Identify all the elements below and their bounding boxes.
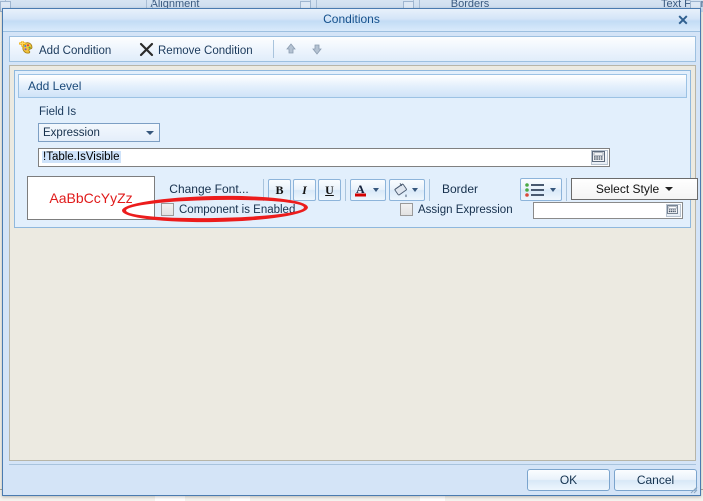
dialog-titlebar[interactable]: Conditions ✕	[3, 9, 700, 32]
remove-condition-label: Remove Condition	[158, 44, 253, 57]
underline-button[interactable]: U	[318, 179, 341, 201]
expression-builder-button[interactable]	[591, 150, 608, 165]
checkbox-box[interactable]	[161, 203, 174, 216]
add-condition-button[interactable]: Add Condition	[14, 39, 116, 62]
font-preview-box: AaBbCcYyZz	[27, 176, 155, 220]
assign-expression-label: Assign Expression	[418, 203, 513, 216]
component-is-enabled-checkbox[interactable]: Component is Enabled	[161, 203, 295, 216]
style-divider	[345, 179, 346, 201]
move-down-button[interactable]	[308, 41, 326, 57]
move-up-button[interactable]	[282, 41, 300, 57]
expression-value: !Table.IsVisible	[42, 151, 121, 163]
font-color-icon: A	[355, 182, 379, 197]
add-condition-icon	[18, 39, 35, 60]
assign-expression-checkbox[interactable]: Assign Expression	[400, 203, 513, 216]
style-divider	[429, 179, 430, 201]
condition-entry: Add Level Field Is Expression !Table.IsV…	[14, 70, 698, 228]
conditions-list-panel: Add Level Field Is Expression !Table.IsV…	[9, 65, 698, 461]
assign-expression-input[interactable]	[533, 202, 683, 219]
chevron-down-icon	[665, 187, 674, 191]
chevron-down-icon	[146, 131, 154, 135]
ok-button[interactable]: OK	[527, 469, 610, 491]
field-type-dropdown[interactable]: Expression	[38, 123, 160, 142]
remove-condition-button[interactable]: Remove Condition	[134, 39, 258, 62]
footer-divider	[9, 464, 696, 465]
assign-expression-builder-button[interactable]	[666, 204, 681, 217]
style-toolbar: AaBbCcYyZz Change Font... B I U A Border…	[18, 174, 698, 225]
cancel-button[interactable]: Cancel	[614, 469, 697, 491]
expression-input[interactable]: !Table.IsVisible	[38, 148, 610, 167]
arrow-up-icon	[286, 43, 296, 54]
calculator-icon	[667, 205, 678, 214]
paint-bucket-icon	[394, 183, 418, 198]
border-list-icon	[525, 182, 556, 197]
style-divider	[566, 178, 567, 201]
calculator-icon	[592, 151, 605, 162]
close-icon[interactable]: ✕	[674, 11, 692, 29]
field-type-value: Expression	[43, 127, 100, 139]
resize-grip[interactable]	[687, 483, 698, 494]
bold-button[interactable]: B	[268, 179, 291, 201]
select-style-label: Select Style	[595, 181, 660, 196]
remove-condition-icon	[139, 42, 154, 60]
add-condition-label: Add Condition	[39, 44, 112, 57]
font-color-button[interactable]: A	[350, 179, 386, 201]
arrow-down-icon	[312, 44, 322, 55]
checkbox-box[interactable]	[400, 203, 413, 216]
conditions-dialog: Conditions ✕ Add Condition Remove Condit…	[2, 8, 701, 496]
fill-color-button[interactable]	[389, 179, 425, 201]
select-style-button[interactable]: Select Style	[571, 178, 698, 200]
change-font-button[interactable]: Change Font...	[160, 179, 258, 201]
border-style-button[interactable]	[520, 178, 562, 201]
font-preview-text: AaBbCcYyZz	[49, 190, 133, 206]
italic-button[interactable]: I	[293, 179, 316, 201]
border-label: Border	[442, 182, 479, 196]
field-is-label: Field Is	[39, 106, 77, 118]
dialog-title: Conditions	[323, 12, 380, 26]
dialog-toolbar: Add Condition Remove Condition	[9, 36, 696, 62]
style-divider	[263, 179, 264, 201]
add-level-header[interactable]: Add Level	[18, 74, 687, 98]
component-is-enabled-label: Component is Enabled	[179, 203, 296, 216]
toolbar-divider	[273, 40, 274, 58]
